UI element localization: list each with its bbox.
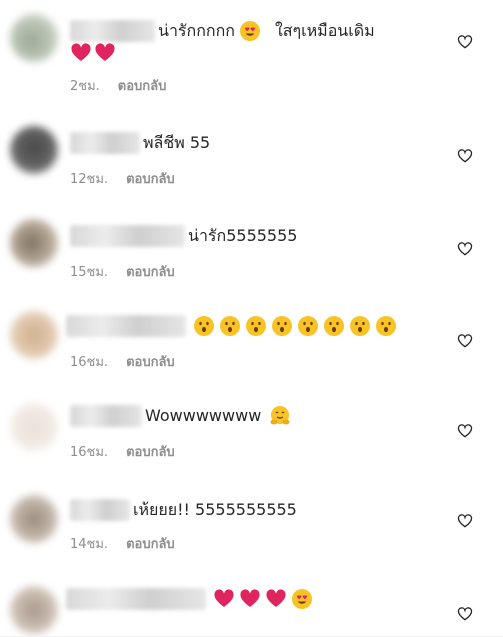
- hushed-face-emoji-icon: [220, 316, 240, 336]
- hugging-face-emoji-icon: [270, 406, 290, 425]
- comment-item: Wowwwwwww 16ชม. ตอบกลับ: [0, 395, 503, 475]
- avatar[interactable]: [10, 311, 58, 359]
- avatar[interactable]: [10, 126, 58, 174]
- comment-item: เห้ยยย!! 5555555555 14ชม. ตอบกลับ: [0, 487, 503, 567]
- hushed-face-emoji-icon: [194, 316, 214, 336]
- comment-item: น่ารัก5555555 15ชม. ตอบกลับ: [0, 211, 503, 291]
- avatar[interactable]: [10, 495, 58, 543]
- red-heart-emoji-icon: [71, 43, 91, 61]
- red-heart-emoji-icon: [95, 43, 115, 61]
- hushed-face-emoji-icon: [350, 316, 370, 336]
- heart-outline-icon[interactable]: [457, 606, 473, 622]
- username[interactable]: [70, 499, 130, 521]
- timestamp: 16ชม.: [70, 355, 109, 370]
- emoji-row: [189, 315, 397, 337]
- comment-meta: 16ชม. ตอบกลับ: [70, 441, 175, 462]
- reply-button[interactable]: ตอบกลับ: [126, 355, 175, 370]
- username[interactable]: [66, 315, 186, 337]
- red-heart-emoji-icon: [214, 589, 234, 607]
- red-heart-emoji-icon: [266, 589, 286, 607]
- comment-item: 16ชม. ตอบกลับ: [0, 303, 503, 383]
- comment-text-2: ใสๆเหมือนเดิม: [274, 21, 375, 40]
- comment-meta: 12ชม. ตอบกลับ: [70, 168, 175, 189]
- hushed-face-emoji-icon: [272, 316, 292, 336]
- heart-outline-icon[interactable]: [457, 241, 473, 257]
- comment-meta: 2ชม. ตอบกลับ: [70, 75, 166, 96]
- timestamp: 14ชม.: [70, 537, 109, 552]
- avatar[interactable]: [10, 14, 58, 62]
- comment-meta: 15ชม. ตอบกลับ: [70, 261, 175, 282]
- comment-item: [0, 578, 503, 637]
- timestamp: 2ชม.: [70, 79, 100, 94]
- hushed-face-emoji-icon: [246, 316, 266, 336]
- heart-outline-icon[interactable]: [457, 513, 473, 529]
- comment-text: เห้ยยย!! 5555555555: [133, 500, 297, 519]
- reply-button[interactable]: ตอบกลับ: [126, 445, 175, 460]
- comment-item: น่ารักกกกก ใสๆเหมือนเดิม 2ชม. ตอบกลับ: [0, 0, 503, 100]
- timestamp: 12ชม.: [70, 172, 109, 187]
- comment-meta: 14ชม. ตอบกลับ: [70, 533, 175, 554]
- comment-item: พลีชีพ 55 12ชม. ตอบกลับ: [0, 118, 503, 198]
- comment-text: น่ารัก5555555: [188, 226, 298, 245]
- comment-text: Wowwwwwww: [145, 406, 262, 425]
- hushed-face-emoji-icon: [298, 316, 318, 336]
- reply-button[interactable]: ตอบกลับ: [126, 537, 175, 552]
- heart-outline-icon[interactable]: [457, 423, 473, 439]
- reply-button[interactable]: ตอบกลับ: [118, 79, 167, 94]
- hushed-face-emoji-icon: [324, 316, 344, 336]
- comment-text: น่ารักกกกก: [158, 21, 235, 40]
- reply-button[interactable]: ตอบกลับ: [126, 172, 175, 187]
- timestamp: 16ชม.: [70, 445, 109, 460]
- heart-outline-icon[interactable]: [457, 34, 473, 50]
- timestamp: 15ชม.: [70, 265, 109, 280]
- username[interactable]: [70, 132, 140, 154]
- comment-meta: 16ชม. ตอบกลับ: [70, 351, 175, 372]
- username[interactable]: [70, 20, 155, 42]
- avatar[interactable]: [10, 403, 58, 451]
- emoji-row: [209, 588, 313, 610]
- red-heart-emoji-icon: [240, 589, 260, 607]
- avatar[interactable]: [10, 586, 58, 634]
- comment-text: พลีชีพ 55: [143, 133, 211, 152]
- heart-eyes-emoji-icon: [292, 589, 312, 609]
- reply-button[interactable]: ตอบกลับ: [126, 265, 175, 280]
- avatar[interactable]: [10, 219, 58, 267]
- username[interactable]: [70, 405, 142, 427]
- heart-outline-icon[interactable]: [457, 148, 473, 164]
- hushed-face-emoji-icon: [376, 316, 396, 336]
- username[interactable]: [70, 225, 185, 247]
- username[interactable]: [66, 588, 206, 610]
- heart-eyes-emoji-icon: [239, 21, 260, 41]
- heart-outline-icon[interactable]: [457, 333, 473, 349]
